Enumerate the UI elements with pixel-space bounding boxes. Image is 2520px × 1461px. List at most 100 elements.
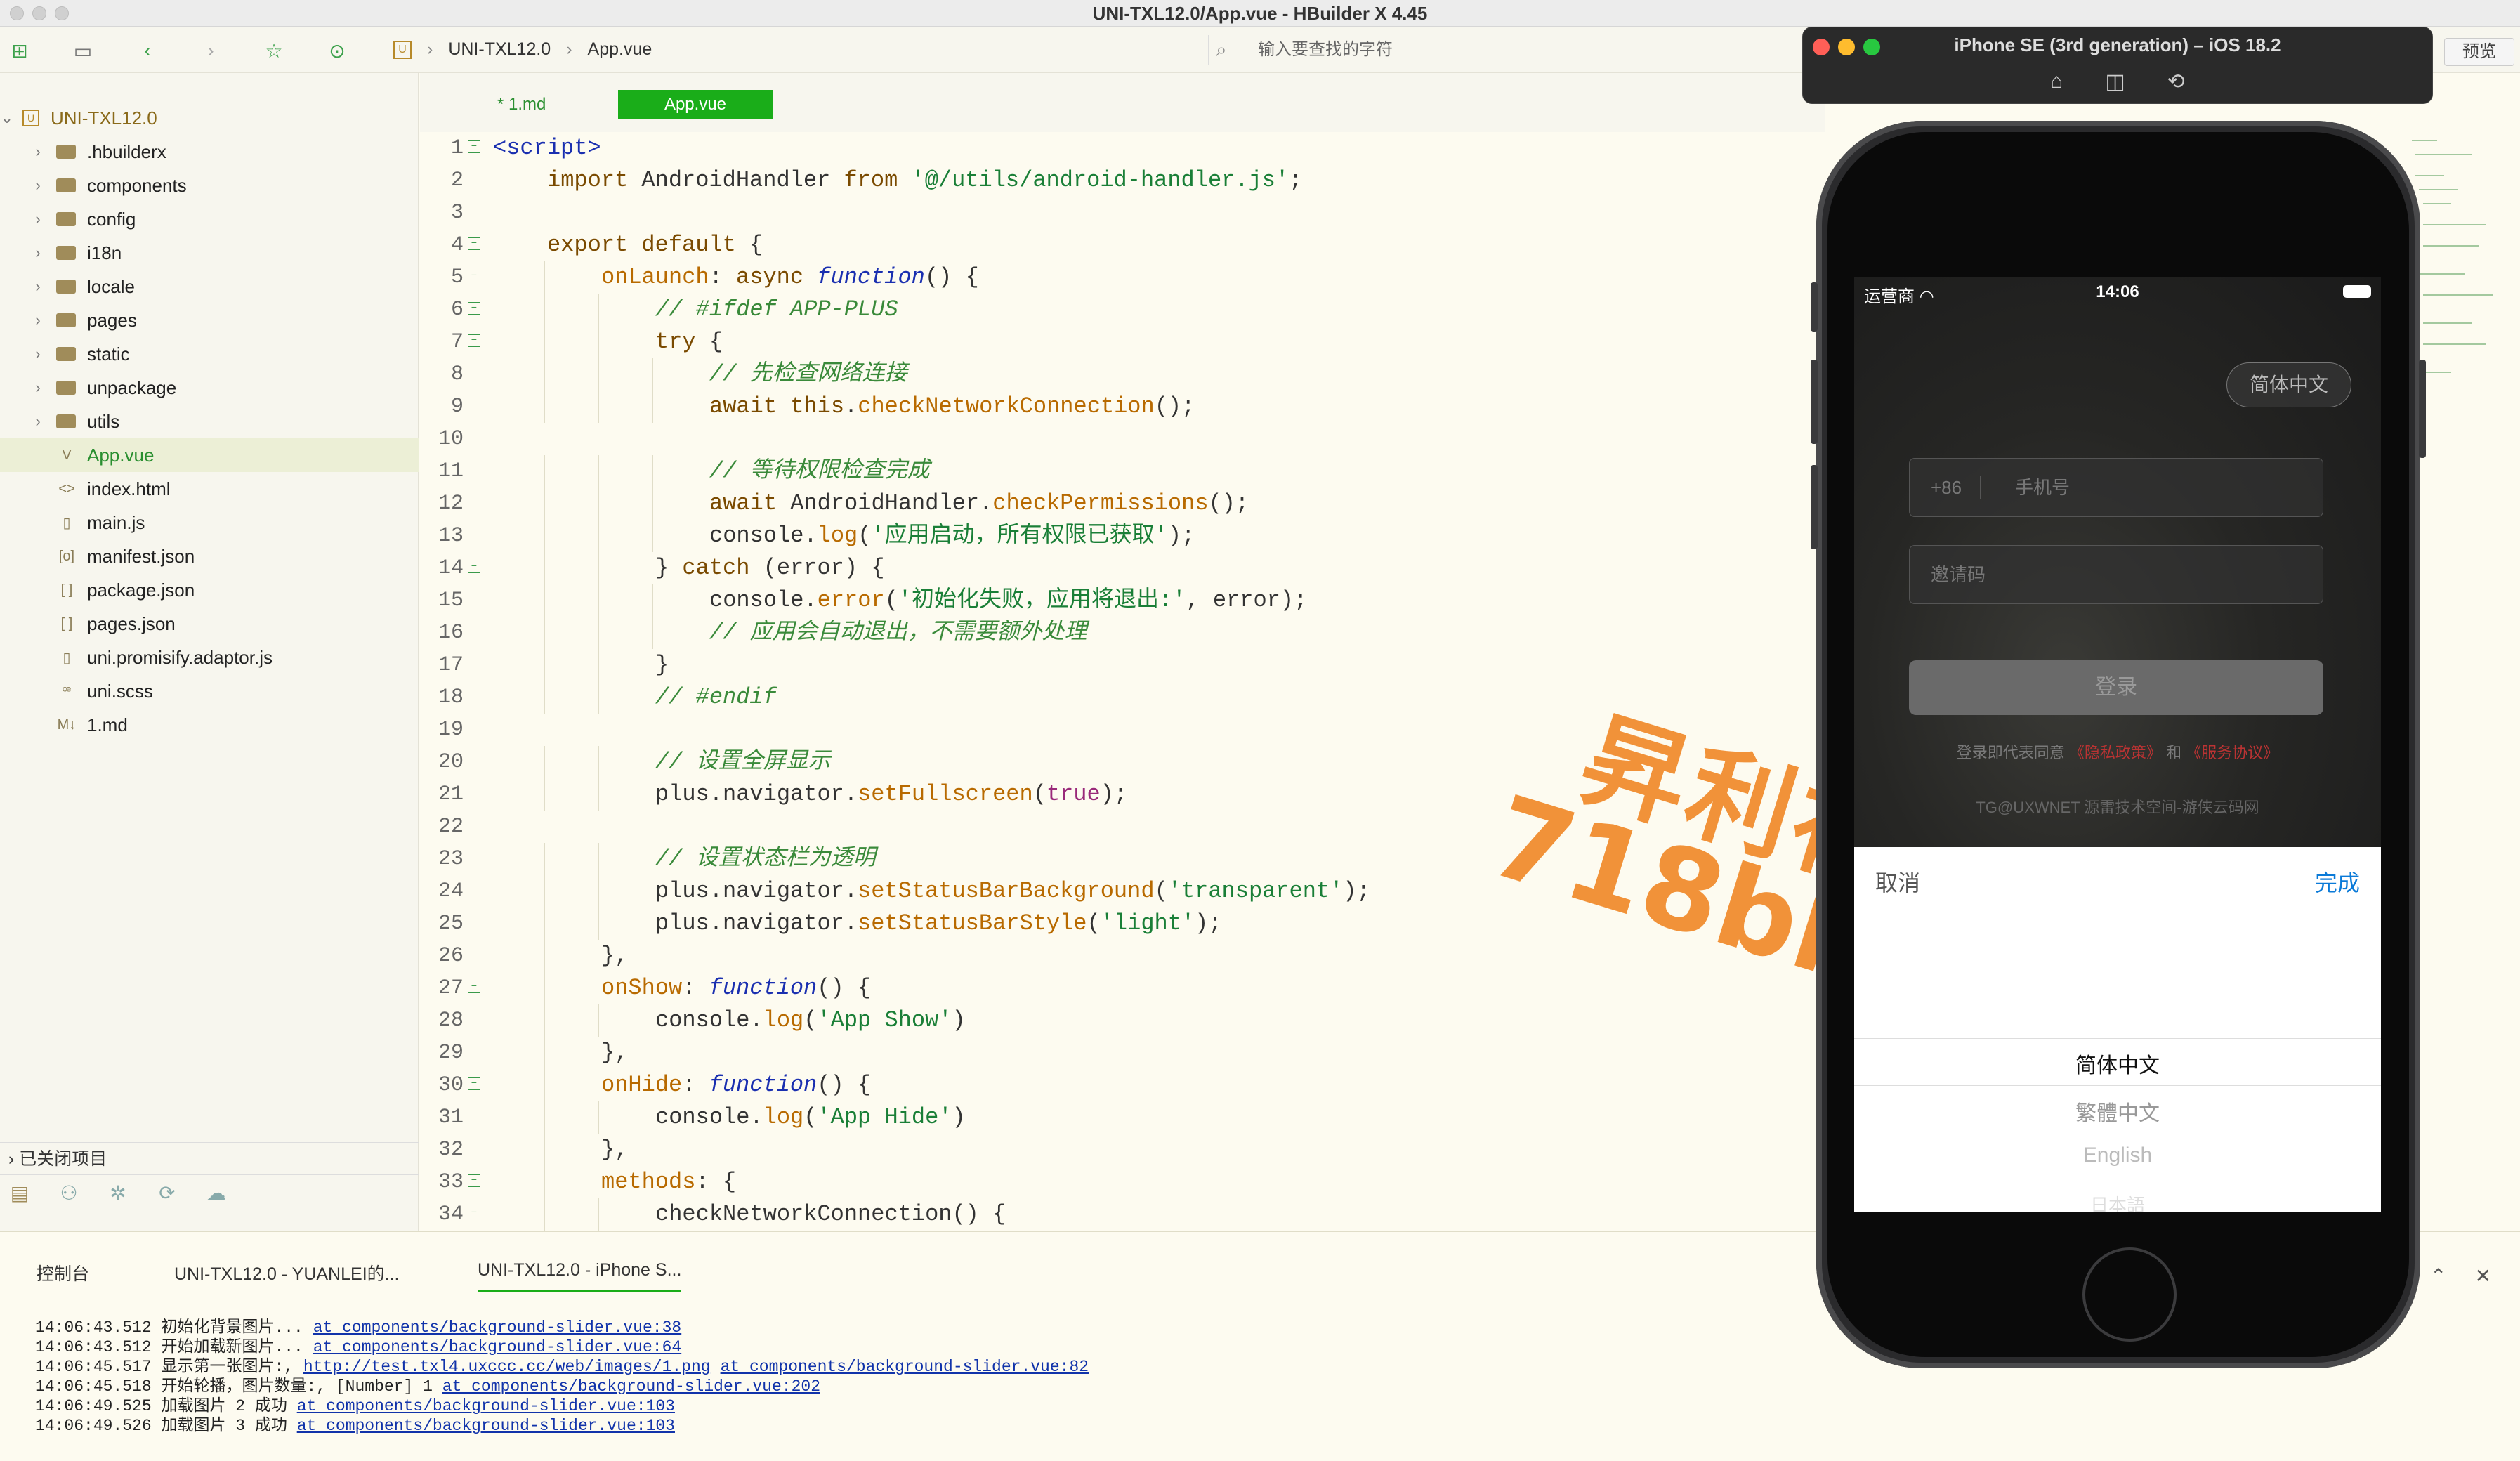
- log-source-link[interactable]: at components/background-slider.vue:103: [297, 1397, 675, 1415]
- screenshot-icon[interactable]: ◫: [2105, 70, 2125, 94]
- tree-item[interactable]: › utils: [0, 405, 419, 438]
- fold-toggle-icon[interactable]: −: [468, 140, 480, 153]
- code-line[interactable]: 33− methods: {: [420, 1166, 1825, 1198]
- code-line[interactable]: 10: [420, 423, 1825, 455]
- save-icon[interactable]: ▭: [69, 37, 97, 65]
- folder-icon[interactable]: ▤: [6, 1181, 34, 1205]
- indent-guide: [652, 358, 653, 391]
- tree-item[interactable]: › i18n: [0, 236, 419, 270]
- log-source-link[interactable]: at components/background-slider.vue:64: [313, 1338, 682, 1356]
- tree-item[interactable]: › static: [0, 337, 419, 371]
- tab-run-device-1[interactable]: UNI-TXL12.0 - YUANLEI的...: [174, 1260, 399, 1285]
- closed-projects[interactable]: › 已关闭项目: [0, 1142, 419, 1174]
- code-line[interactable]: 1− <script>: [420, 132, 1825, 164]
- login-button[interactable]: 登录: [1909, 660, 2323, 715]
- tree-item[interactable]: › locale: [0, 270, 419, 303]
- invite-code-field[interactable]: 邀请码: [1909, 545, 2323, 604]
- tree-item[interactable]: ꟹ uni.scss: [0, 674, 419, 708]
- new-file-icon[interactable]: ⊞: [6, 37, 34, 65]
- tree-item[interactable]: › config: [0, 202, 419, 236]
- code-line[interactable]: 15 console.error('初始化失败，应用将退出:', error);: [420, 584, 1825, 617]
- tree-item[interactable]: [ ] pages.json: [0, 607, 419, 641]
- picker-option[interactable]: 繁體中文: [1854, 1096, 2381, 1127]
- cloud-icon[interactable]: ☁: [202, 1181, 230, 1205]
- terms-link[interactable]: 《服务协议》: [2186, 744, 2278, 761]
- fold-toggle-icon[interactable]: −: [468, 302, 480, 315]
- language-button[interactable]: 简体中文: [2226, 362, 2351, 407]
- log-source-link[interactable]: http://test.txl4.uxccc.cc/web/images/1.p…: [303, 1358, 711, 1376]
- chevron-up-icon[interactable]: ⌃: [2430, 1264, 2446, 1288]
- rotate-icon[interactable]: ⟲: [2167, 70, 2185, 94]
- picker-cancel-button[interactable]: 取消: [1875, 865, 1920, 898]
- tab-run-iphone[interactable]: UNI-TXL12.0 - iPhone S...: [478, 1260, 682, 1292]
- code-line[interactable]: 34− checkNetworkConnection() {: [420, 1198, 1825, 1231]
- tree-item[interactable]: [ ] package.json: [0, 573, 419, 607]
- tab-1md[interactable]: * 1.md: [469, 90, 574, 119]
- code-line[interactable]: 4− export default {: [420, 229, 1825, 261]
- code-line[interactable]: 16 // 应用会自动退出，不需要额外处理: [420, 617, 1825, 649]
- code-line[interactable]: 31 console.log('App Hide'): [420, 1101, 1825, 1134]
- log-source-link[interactable]: at components/background-slider.vue:103: [297, 1417, 675, 1435]
- forward-icon[interactable]: ›: [197, 37, 225, 65]
- plugin-icon[interactable]: ⚇: [55, 1181, 83, 1205]
- code-line[interactable]: 32},: [420, 1134, 1825, 1166]
- code-line[interactable]: 7− try {: [420, 326, 1825, 358]
- log-source-link[interactable]: at components/background-slider.vue:82: [721, 1358, 1089, 1376]
- privacy-policy-link[interactable]: 《隐私政策》: [2069, 744, 2162, 761]
- tree-item[interactable]: [o] manifest.json: [0, 539, 419, 573]
- home-button[interactable]: [2082, 1247, 2177, 1342]
- tree-item[interactable]: › components: [0, 169, 419, 202]
- code-line[interactable]: 11 // 等待权限检查完成: [420, 455, 1825, 487]
- fold-toggle-icon[interactable]: −: [468, 1174, 480, 1187]
- fold-toggle-icon[interactable]: −: [468, 1207, 480, 1219]
- phone-number-field[interactable]: +86 手机号: [1909, 458, 2323, 517]
- fold-toggle-icon[interactable]: −: [468, 334, 480, 347]
- fold-toggle-icon[interactable]: −: [468, 1077, 480, 1090]
- tree-item[interactable]: › unpackage: [0, 371, 419, 405]
- tree-item[interactable]: ▯ main.js: [0, 506, 419, 539]
- breadcrumb-project[interactable]: UNI-TXL12.0: [448, 39, 551, 60]
- fold-toggle-icon[interactable]: −: [468, 981, 480, 993]
- indent-guide: [598, 1198, 599, 1231]
- code-line[interactable]: 30− onHide: function() {: [420, 1069, 1825, 1101]
- favorite-star-icon[interactable]: ☆: [260, 37, 288, 65]
- picker-done-button[interactable]: 完成: [2315, 865, 2360, 898]
- log-source-link[interactable]: at components/background-slider.vue:202: [442, 1377, 820, 1396]
- picker-option[interactable]: 日本語: [1854, 1191, 2381, 1212]
- tree-item[interactable]: V App.vue: [0, 438, 419, 472]
- picker-option-selected[interactable]: 简体中文: [1854, 1048, 2381, 1079]
- tree-item[interactable]: <> index.html: [0, 472, 419, 506]
- log-source-link[interactable]: at components/background-slider.vue:38: [313, 1318, 682, 1337]
- code-line[interactable]: 29},: [420, 1037, 1825, 1069]
- code-line[interactable]: 13 console.log('应用启动，所有权限已获取');: [420, 520, 1825, 552]
- code-line[interactable]: 9 await this.checkNetworkConnection();: [420, 391, 1825, 423]
- code-line[interactable]: 8 // 先检查网络连接: [420, 358, 1825, 391]
- fold-toggle-icon[interactable]: −: [468, 561, 480, 573]
- bug-icon[interactable]: ✲: [104, 1181, 132, 1205]
- tree-item[interactable]: M↓ 1.md: [0, 708, 419, 742]
- back-icon[interactable]: ‹: [133, 37, 162, 65]
- preview-button[interactable]: 预览: [2444, 38, 2514, 66]
- tree-root[interactable]: ⌄ U UNI-TXL12.0: [0, 101, 419, 135]
- tab-app-vue[interactable]: App.vue: [618, 90, 773, 119]
- code-line[interactable]: 2 import AndroidHandler from '@/utils/and…: [420, 164, 1825, 197]
- tree-item[interactable]: › pages: [0, 303, 419, 337]
- picker-option[interactable]: English: [1854, 1144, 2381, 1167]
- home-icon[interactable]: ⌂: [2050, 70, 2063, 94]
- run-icon[interactable]: ⊙: [323, 37, 351, 65]
- code-line[interactable]: 3: [420, 197, 1825, 229]
- fold-toggle-icon[interactable]: −: [468, 237, 480, 250]
- code-line[interactable]: 12 await AndroidHandler.checkPermissions(…: [420, 487, 1825, 520]
- country-code[interactable]: +86: [1931, 459, 1962, 516]
- code-line[interactable]: 5− onLaunch: async function() {: [420, 261, 1825, 294]
- close-panel-icon[interactable]: ✕: [2474, 1264, 2491, 1288]
- code-line[interactable]: 14−} catch (error) {: [420, 552, 1825, 584]
- tree-item[interactable]: › .hbuilderx: [0, 135, 419, 169]
- refresh-icon[interactable]: ⟳: [153, 1181, 181, 1205]
- fold-toggle-icon[interactable]: −: [468, 270, 480, 282]
- code-line[interactable]: 6− // #ifdef APP-PLUS: [420, 294, 1825, 326]
- tab-console[interactable]: 控制台: [37, 1260, 89, 1285]
- code-editor[interactable]: 1− <script> 2 import AndroidHandler from '@…: [420, 132, 1825, 1231]
- breadcrumb-file[interactable]: App.vue: [588, 39, 652, 60]
- tree-item[interactable]: ▯ uni.promisify.adaptor.js: [0, 641, 419, 674]
